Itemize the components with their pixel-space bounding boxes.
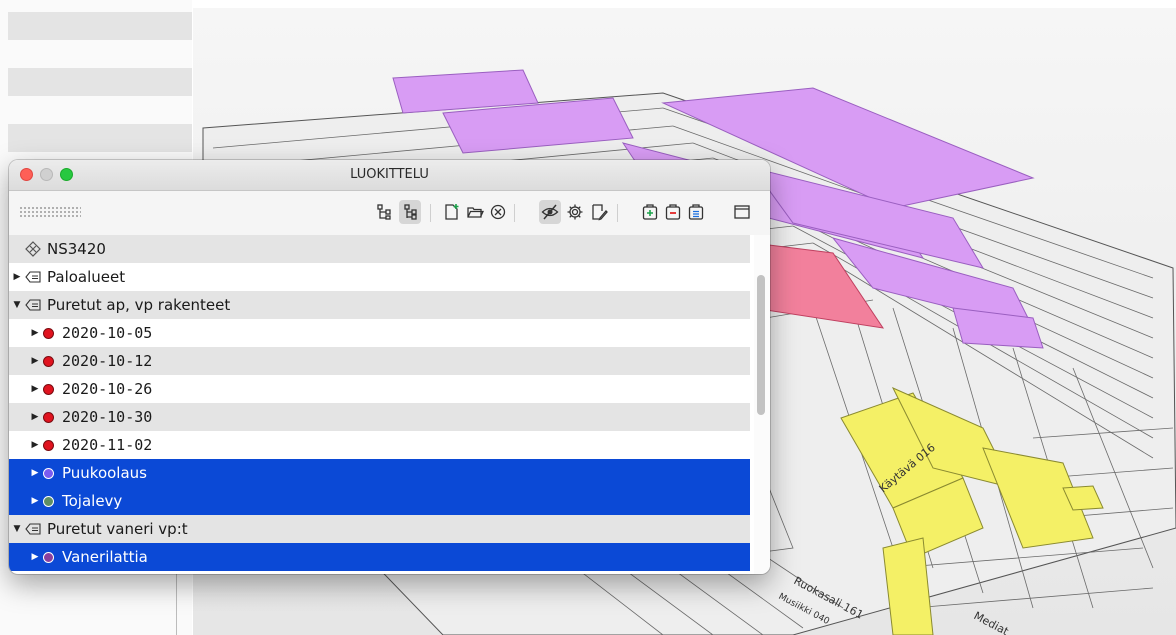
classification-icon: [25, 241, 41, 257]
toolbar-separator: [514, 204, 515, 222]
tree-item-label: Tojalevy: [62, 492, 123, 510]
tree-item-selected[interactable]: ▶ Tojalevy: [9, 487, 750, 515]
remove-icon[interactable]: [662, 200, 684, 224]
color-dot-icon: [43, 411, 54, 423]
window-title: LUOKITTELU: [350, 167, 429, 182]
expand-arrow-icon[interactable]: ▶: [27, 384, 43, 394]
collapse-arrow-icon[interactable]: ▼: [9, 300, 25, 310]
expand-arrow-icon[interactable]: ▶: [27, 552, 43, 562]
list-icon[interactable]: [685, 200, 707, 224]
collapse-arrow-icon[interactable]: ▼: [9, 524, 25, 534]
tree-item-selected[interactable]: ▶ Puukoolaus: [9, 459, 750, 487]
tree-group[interactable]: ▼ Puretut vaneri vp:t: [9, 515, 750, 543]
tree-item[interactable]: ▶ 2020-10-26: [9, 375, 750, 403]
color-dot-icon: [43, 495, 54, 507]
color-dot-icon: [43, 467, 54, 479]
drag-handle[interactable]: [19, 206, 81, 218]
tree-item-label: Vanerilattia: [62, 548, 148, 566]
toolbar-separator: [430, 204, 431, 222]
tree-item-label: 2020-10-26: [62, 380, 153, 398]
tree-item[interactable]: ▶ 2020-11-02: [9, 431, 750, 459]
tree-item-selected[interactable]: ▶ Vanerilattia: [9, 543, 750, 571]
color-dot-icon: [43, 551, 54, 563]
background-stripe: [8, 12, 192, 40]
open-folder-icon[interactable]: [464, 200, 486, 224]
color-dot-icon: [43, 383, 54, 395]
window-titlebar[interactable]: LUOKITTELU: [9, 160, 770, 191]
tree-item[interactable]: ▶ 2020-10-30: [9, 403, 750, 431]
tree-item-label: 2020-10-12: [62, 352, 153, 370]
expand-arrow-icon[interactable]: ▶: [9, 272, 25, 282]
tree-root[interactable]: NS3420: [9, 235, 750, 263]
tree-item-label: 2020-10-05: [62, 324, 153, 342]
tree-group[interactable]: ▼ Puretut ap, vp rakenteet: [9, 291, 750, 319]
expand-arrow-icon[interactable]: ▶: [27, 440, 43, 450]
tag-icon: [25, 523, 41, 535]
background-stripe: [8, 124, 192, 152]
tree-item[interactable]: ▶ 2020-10-12: [9, 347, 750, 375]
clear-icon[interactable]: [487, 200, 509, 224]
expand-arrow-icon[interactable]: ▶: [27, 412, 43, 422]
classification-window: LUOKITTELU NS3420 ▶ Paloalueet ▼ Puretut…: [9, 160, 770, 574]
tag-icon: [25, 271, 41, 283]
new-document-icon[interactable]: [441, 200, 463, 224]
classification-tree: NS3420 ▶ Paloalueet ▼ Puretut ap, vp rak…: [9, 235, 770, 574]
add-icon[interactable]: [639, 200, 661, 224]
edit-icon[interactable]: [588, 200, 610, 224]
tree-item-label: Puukoolaus: [62, 464, 147, 482]
scrollbar-thumb[interactable]: [757, 275, 765, 415]
tree-root-label: NS3420: [47, 240, 106, 258]
tree-group-label: Puretut vaneri vp:t: [47, 520, 188, 538]
toolbar-separator: [617, 204, 618, 222]
visibility-icon[interactable]: [539, 200, 561, 224]
expand-arrow-icon[interactable]: ▶: [27, 468, 43, 478]
tree-expand-icon[interactable]: [374, 200, 396, 224]
tag-icon: [25, 299, 41, 311]
tree-group[interactable]: ▶ Paloalueet: [9, 263, 750, 291]
tree-group-label: Puretut ap, vp rakenteet: [47, 296, 231, 314]
expand-arrow-icon[interactable]: ▶: [27, 328, 43, 338]
tree-group-label: Paloalueet: [47, 268, 126, 286]
tree-item[interactable]: ▶ 2020-10-05: [9, 319, 750, 347]
expand-arrow-icon[interactable]: ▶: [27, 496, 43, 506]
tree-item-label: 2020-10-30: [62, 408, 153, 426]
expand-arrow-icon[interactable]: ▶: [27, 356, 43, 366]
color-dot-icon: [43, 439, 54, 451]
color-dot-icon: [43, 355, 54, 367]
settings-icon[interactable]: [564, 200, 586, 224]
tree-collapse-icon[interactable]: [399, 200, 421, 224]
toolbar: [9, 191, 770, 235]
panel-icon[interactable]: [731, 200, 753, 224]
tree-item-label: 2020-11-02: [62, 436, 153, 454]
background-stripe: [8, 68, 192, 96]
color-dot-icon: [43, 327, 54, 339]
